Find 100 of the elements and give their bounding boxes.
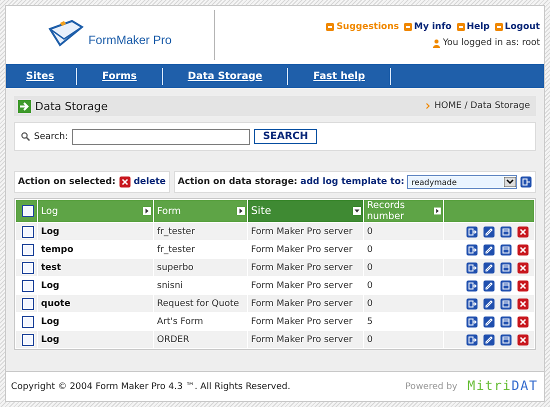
action-label: Action on data storage: [178, 177, 298, 187]
delete-icon[interactable] [517, 334, 529, 346]
table-cell-text: Log [40, 316, 60, 328]
export-icon[interactable] [466, 298, 478, 310]
sort-icon [237, 207, 245, 215]
row-checkbox[interactable] [22, 226, 34, 238]
export-icon[interactable] [466, 226, 478, 238]
bullet-icon [326, 23, 334, 31]
edit-icon[interactable] [483, 316, 495, 328]
nav-link[interactable]: Forms [77, 68, 163, 84]
sort-icon [353, 207, 361, 215]
add-template-link[interactable]: add log template to: [300, 177, 404, 187]
table-cell: fr_tester [154, 223, 247, 240]
search-label: Search: [34, 132, 68, 142]
table-cell-text: Form Maker Pro server [250, 316, 354, 328]
table-cell: superbo [154, 259, 247, 276]
row-checkbox[interactable] [22, 316, 34, 328]
window-icon[interactable] [500, 316, 512, 328]
vendor-logo: MitriDAT [467, 379, 538, 394]
delete-icon[interactable] [118, 176, 131, 188]
chevron-icon [426, 103, 430, 109]
window-icon[interactable] [500, 280, 512, 292]
header-link[interactable]: Help [456, 22, 490, 32]
search-button[interactable]: SEARCH [254, 129, 318, 144]
nav-link[interactable]: Fast help [288, 68, 391, 84]
export-icon[interactable] [520, 176, 532, 188]
window-icon[interactable] [500, 244, 512, 256]
user-icon [432, 38, 440, 48]
row-checkbox[interactable] [22, 280, 34, 292]
window-icon[interactable] [500, 262, 512, 274]
table-cell-text: fr_tester [156, 244, 196, 256]
app-name: FormMaker Pro [88, 33, 172, 47]
delete-icon[interactable] [517, 226, 529, 238]
column-header[interactable]: Site [248, 200, 363, 222]
table-cell: quote [38, 295, 153, 312]
export-icon[interactable] [466, 280, 478, 292]
export-icon[interactable] [466, 244, 478, 256]
table-cell: ORDER [154, 331, 247, 348]
login-status: You logged in as: root [442, 38, 540, 48]
nav-link[interactable]: Data Storage [162, 68, 288, 84]
row-checkbox[interactable] [22, 298, 34, 310]
table-cell: Form Maker Pro server [248, 259, 363, 276]
window-icon[interactable] [500, 226, 512, 238]
export-icon[interactable] [466, 334, 478, 346]
table-cell: Log [38, 223, 153, 240]
table-cell: 0 [364, 259, 443, 276]
bullet-icon [494, 23, 503, 31]
table-cell: Form Maker Pro server [248, 223, 363, 240]
delete-icon[interactable] [517, 316, 529, 328]
export-icon[interactable] [466, 262, 478, 274]
edit-icon[interactable] [483, 244, 495, 256]
powered-by-text: Powered by [405, 382, 458, 392]
table-cell-text: Form Maker Pro server [250, 280, 354, 292]
table-cell-text: Art's Form [156, 316, 204, 328]
header-link[interactable]: My info [404, 22, 452, 32]
nav-link[interactable]: Sites [6, 68, 78, 84]
table-cell: 0 [364, 223, 443, 240]
table-cell-text: tempo [40, 244, 74, 256]
template-dropdown[interactable]: readymade [407, 175, 517, 189]
export-icon[interactable] [466, 316, 478, 328]
table-cell: 0 [364, 331, 443, 348]
action-label: Action on selected: [18, 177, 116, 187]
row-checkbox[interactable] [22, 334, 34, 346]
delete-icon[interactable] [517, 280, 529, 292]
row-checkbox[interactable] [22, 244, 34, 256]
delete-icon[interactable] [517, 298, 529, 310]
edit-icon[interactable] [483, 226, 495, 238]
caret-icon [504, 177, 516, 187]
breadcrumb[interactable]: HOME / Data Storage [434, 101, 530, 111]
edit-icon[interactable] [483, 280, 495, 292]
select-all-checkbox[interactable] [22, 205, 34, 217]
table-cell: Form Maker Pro server [248, 295, 363, 312]
edit-icon[interactable] [483, 334, 495, 346]
copyright-text: Copyright © 2004 Form Maker Pro 4.3 ™. All Rights Reserved. [11, 382, 290, 392]
table-cell: Request for Quote [154, 295, 247, 312]
row-checkbox[interactable] [22, 262, 34, 274]
table-cell-text: Form Maker Pro server [250, 244, 354, 256]
table-cell-text: snisni [156, 280, 184, 292]
delete-link[interactable]: delete [134, 177, 166, 187]
table-cell: 0 [364, 295, 443, 312]
arrow-icon [18, 100, 31, 112]
bullet-icon [456, 23, 465, 31]
search-field[interactable] [72, 128, 250, 144]
search-icon [21, 132, 30, 141]
table-cell-text: Log [40, 280, 60, 292]
sort-icon [143, 207, 151, 215]
table-cell: Form Maker Pro server [248, 331, 363, 348]
window-icon[interactable] [500, 298, 512, 310]
page-title: Data Storage [35, 100, 108, 112]
delete-icon[interactable] [517, 244, 529, 256]
edit-icon[interactable] [483, 298, 495, 310]
delete-icon[interactable] [517, 262, 529, 274]
table-cell-text: 0 [366, 244, 374, 256]
sort-icon [434, 207, 441, 215]
table-cell: Log [38, 331, 153, 348]
header-link[interactable]: Logout [494, 22, 540, 32]
window-icon[interactable] [500, 334, 512, 346]
table-cell-text: 5 [366, 316, 374, 328]
edit-icon[interactable] [483, 262, 495, 274]
bullet-icon [404, 23, 412, 31]
